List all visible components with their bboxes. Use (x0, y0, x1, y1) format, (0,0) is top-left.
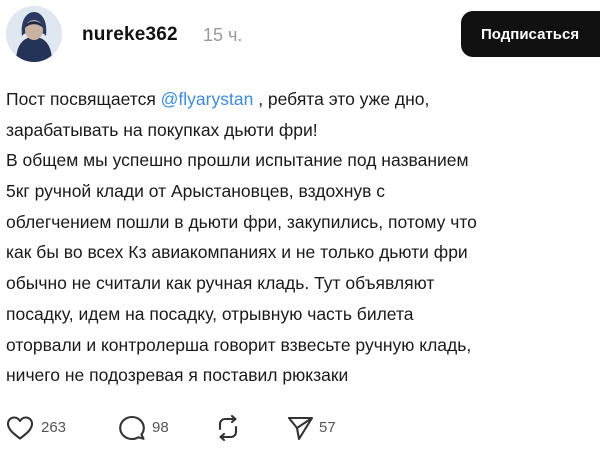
post-text-line: зарабатывать на покупках дьюти фри! (6, 119, 318, 140)
comment-count: 98 (152, 419, 169, 436)
like-button[interactable]: 263 (6, 413, 86, 445)
post-text-line: как бы во всех Кз авиакомпаниях и не тол… (6, 242, 468, 263)
avatar-image (6, 6, 62, 62)
post-text-line: ничего не подозревая я поставил рюкзаки (6, 365, 349, 386)
post-text: Пост посвящается @flyarystan , ребята эт… (6, 84, 600, 391)
repost-icon (218, 415, 238, 441)
post-timestamp: 15 ч. (203, 25, 243, 45)
share-count: 57 (319, 419, 336, 436)
heart-icon (6, 416, 34, 440)
thread-post: nureke362 15 ч. Подписаться Пост посвяща… (0, 0, 600, 453)
post-text-fragment: , ребята это уже дно, (253, 89, 430, 109)
comment-icon (119, 415, 145, 441)
post-text-line: посадку, идем на посадку, отрывную часть… (6, 303, 414, 324)
post-text-line: облегчением пошли в дьюти фри, закупилис… (6, 211, 477, 232)
comment-button[interactable]: 98 (118, 413, 188, 445)
share-button[interactable]: 57 (286, 413, 356, 445)
mention-link[interactable]: @flyarystan (161, 89, 254, 109)
action-bar: 263 98 57 (0, 413, 600, 445)
post-text-line: В общем мы успешно прошли испытание под … (6, 150, 469, 171)
like-count: 263 (41, 419, 67, 436)
post-text-fragment: Пост посвящается (6, 89, 161, 109)
send-icon (287, 416, 314, 441)
follow-button[interactable]: Подписаться (461, 11, 600, 57)
post-text-line: 5кг ручной клади от Арыстановцев, вздохн… (6, 181, 386, 202)
repost-button[interactable] (214, 413, 246, 445)
avatar[interactable] (6, 6, 62, 62)
post-text-line: оторвали и контролерша говорит взвесьте … (6, 334, 472, 355)
username[interactable]: nureke362 (82, 24, 178, 46)
post-text-line: обычно не считали как ручная кладь. Тут … (6, 273, 435, 294)
post-text-line: Пост посвящается @flyarystan , ребята эт… (6, 84, 600, 115)
